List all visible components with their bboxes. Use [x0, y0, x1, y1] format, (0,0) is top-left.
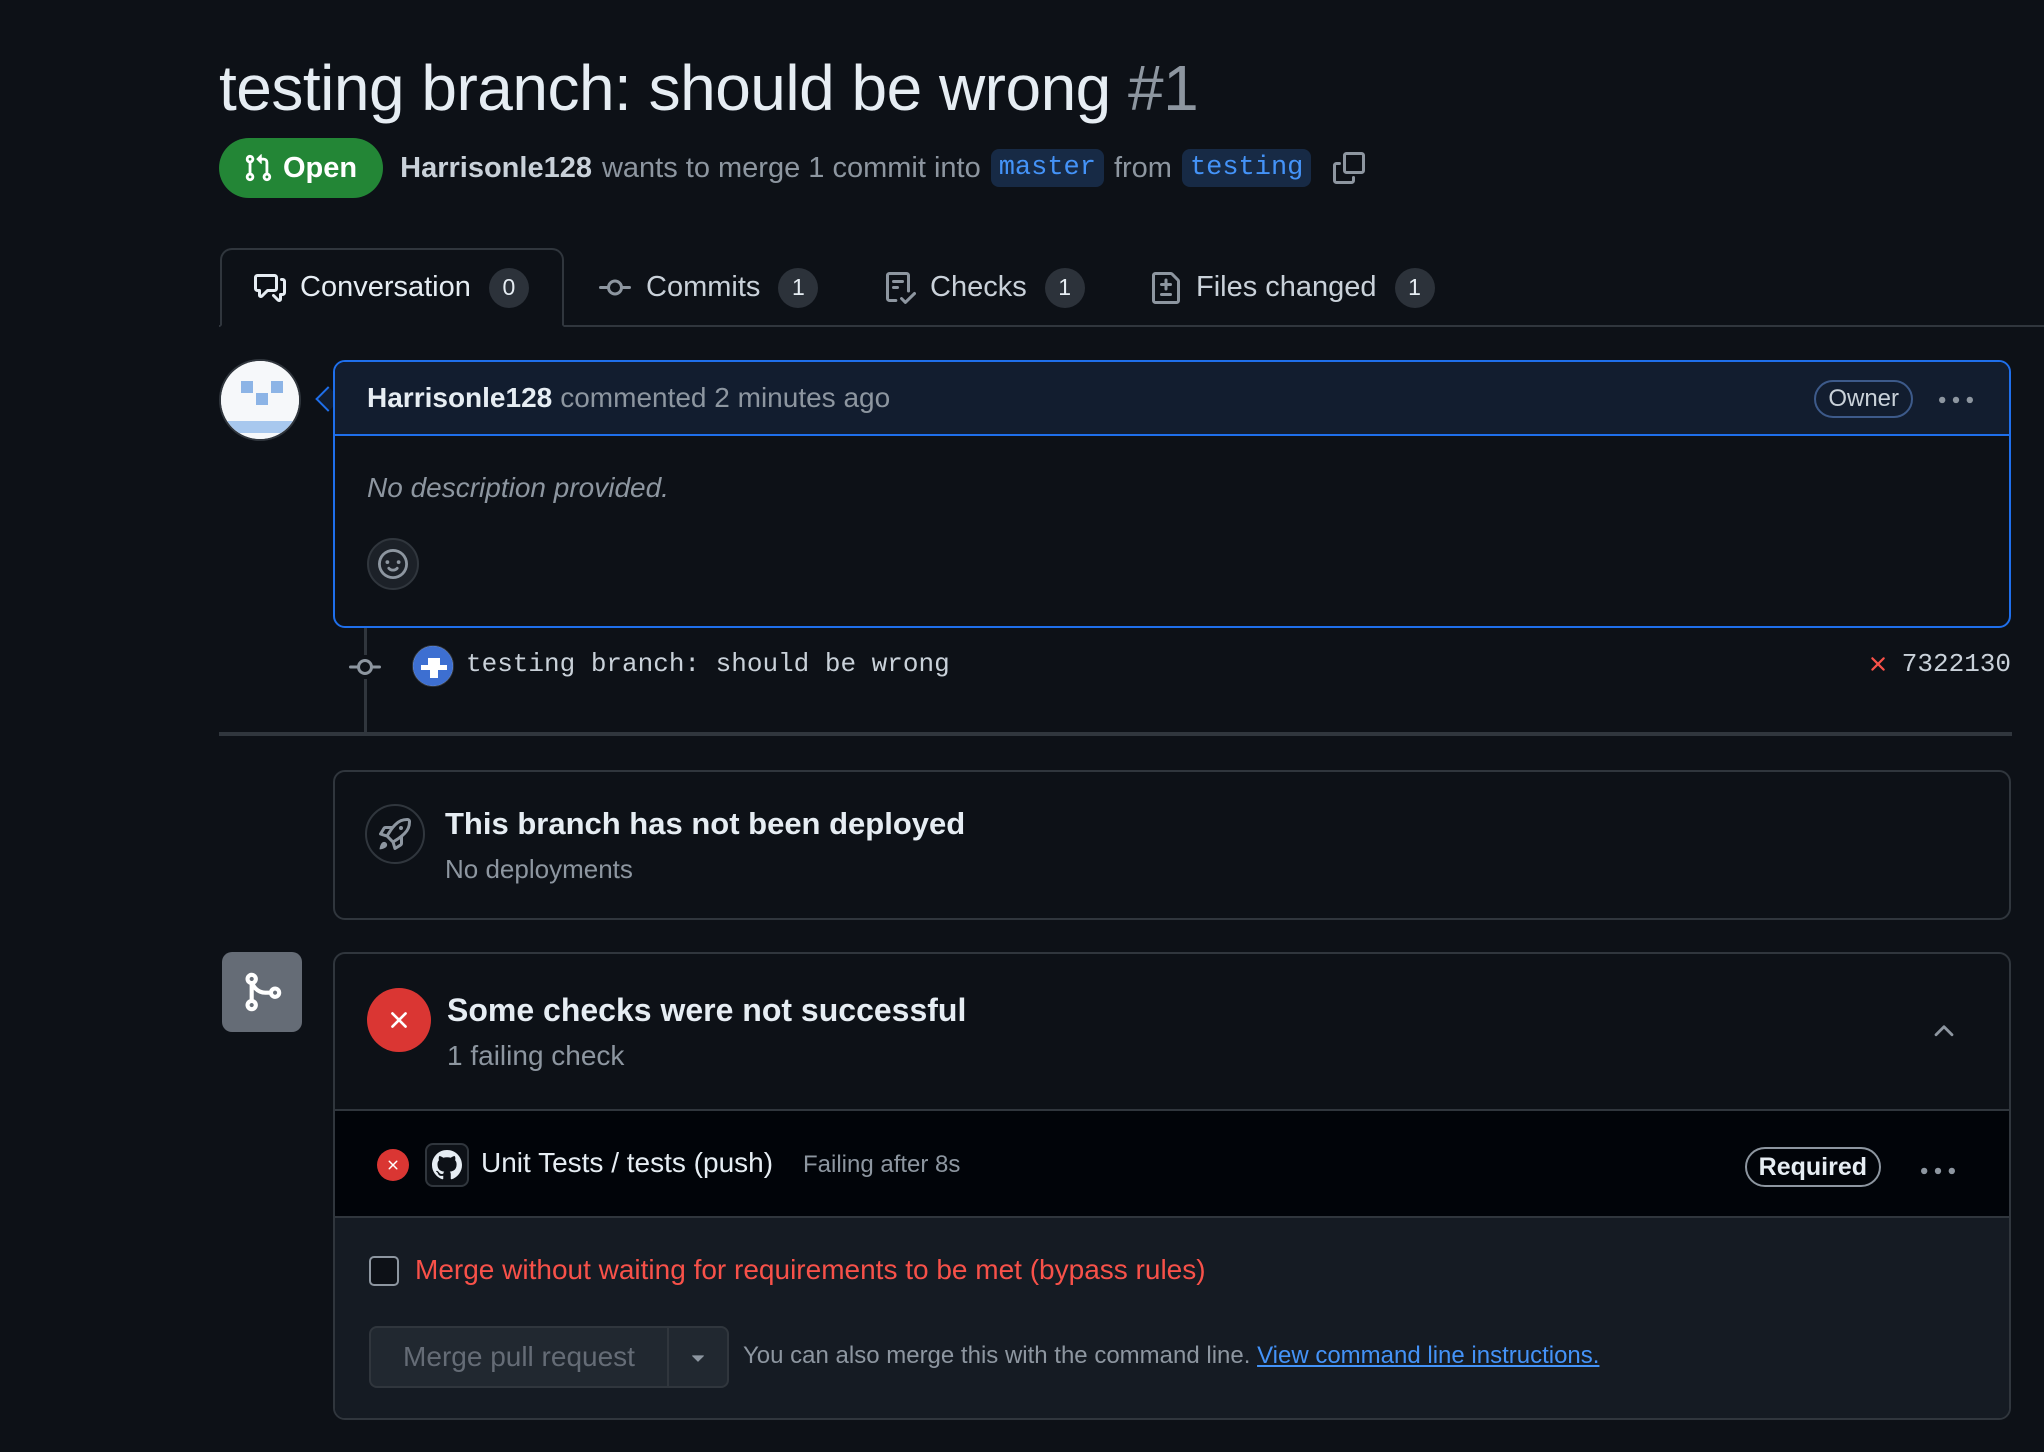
- view-command-line-link[interactable]: View command line instructions.: [1257, 1342, 1599, 1369]
- tab-commits[interactable]: Commits 1: [598, 248, 819, 327]
- x-circle-icon: [367, 988, 431, 1052]
- merge-footer: [335, 1218, 2009, 1418]
- cli-hint-text: You can also merge this with the command…: [743, 1342, 1251, 1369]
- tab-files-changed-count: 1: [1394, 267, 1435, 308]
- commit-author-avatar[interactable]: [412, 645, 454, 687]
- tab-checks[interactable]: Checks 1: [884, 248, 1085, 327]
- required-badge: Required: [1744, 1147, 1881, 1187]
- tab-conversation[interactable]: Conversation 0: [220, 248, 564, 327]
- bypass-rules-label[interactable]: Merge without waiting for requirements t…: [415, 1254, 1206, 1286]
- git-commit-icon: [598, 272, 632, 304]
- cli-hint: You can also merge this with the command…: [743, 1342, 1599, 1370]
- head-branch-link[interactable]: testing: [1181, 149, 1312, 187]
- commit-status: 7322130: [1866, 649, 2011, 679]
- commit-sha-link[interactable]: 7322130: [1902, 649, 2011, 679]
- from-text: from: [1113, 151, 1172, 184]
- deployment-box: This branch has not been deployed No dep…: [333, 770, 2011, 920]
- pr-state-badge: Open: [219, 138, 384, 198]
- pr-number: #1: [1128, 52, 1199, 124]
- git-merge-icon: [222, 952, 302, 1032]
- check-run-name[interactable]: Unit Tests / tests (push): [481, 1147, 773, 1179]
- checks-title: Some checks were not successful: [447, 992, 967, 1028]
- tab-conversation-count: 0: [488, 267, 529, 308]
- pr-author-link[interactable]: Harrisonle128: [400, 152, 592, 185]
- owner-badge: Owner: [1814, 380, 1913, 418]
- rocket-icon: [365, 804, 425, 864]
- checks-summary[interactable]: Some checks were not successful 1 failin…: [335, 954, 2009, 1111]
- tab-commits-label: Commits: [646, 271, 761, 303]
- add-reaction-button[interactable]: [367, 538, 419, 590]
- checks-subtitle: 1 failing check: [447, 1040, 625, 1071]
- checklist-icon: [884, 271, 916, 304]
- triangle-down-icon: [685, 1344, 711, 1370]
- git-pull-request-icon: [243, 153, 273, 183]
- deployment-title: This branch has not been deployed: [445, 806, 966, 841]
- tab-checks-label: Checks: [930, 271, 1027, 303]
- timeline-divider: [219, 732, 2012, 736]
- copy-icon[interactable]: [1333, 152, 1366, 184]
- comment-header: Harrisonle128 commented 2 minutes ago Ow…: [335, 362, 2009, 436]
- comment-timestamp: commented 2 minutes ago: [560, 382, 891, 413]
- tab-checks-count: 1: [1044, 267, 1085, 308]
- git-commit-icon: [349, 655, 381, 679]
- bypass-rules-checkbox[interactable]: [369, 1256, 399, 1286]
- tab-files-changed[interactable]: Files changed 1: [1150, 248, 1435, 327]
- author-avatar[interactable]: [219, 359, 301, 441]
- merge-box: Some checks were not successful 1 failin…: [333, 952, 2011, 1420]
- deployment-subtitle: No deployments: [445, 854, 633, 884]
- smiley-icon: [378, 549, 408, 579]
- tab-commits-count: 1: [778, 267, 819, 308]
- commit-message-link[interactable]: testing branch: should be wrong: [466, 649, 950, 679]
- kebab-horizontal-icon[interactable]: [1921, 1155, 1955, 1189]
- pr-meta-row: Open Harrisonle128 wants to merge 1 comm…: [219, 138, 1366, 198]
- comment-box: Harrisonle128 commented 2 minutes ago Ow…: [333, 360, 2011, 628]
- comment-author-link[interactable]: Harrisonle128: [367, 382, 552, 414]
- base-branch-link[interactable]: master: [990, 149, 1104, 187]
- tab-files-changed-label: Files changed: [1196, 271, 1377, 303]
- file-diff-icon: [1150, 271, 1182, 304]
- merge-pull-request-button[interactable]: Merge pull request: [369, 1326, 667, 1388]
- pr-title: testing branch: should be wrong #1: [219, 48, 1199, 128]
- timeline-line: [364, 628, 367, 733]
- merge-method-dropdown[interactable]: [667, 1326, 729, 1388]
- pr-meta-text: Harrisonle128 wants to merge 1 commit in…: [400, 149, 1366, 187]
- merge-description: wants to merge 1 commit into: [601, 151, 981, 184]
- check-run-row[interactable]: Unit Tests / tests (push) Failing after …: [335, 1111, 2009, 1218]
- x-circle-icon: [377, 1149, 409, 1181]
- tab-conversation-label: Conversation: [300, 271, 471, 303]
- pr-state-label: Open: [283, 151, 358, 184]
- kebab-horizontal-icon[interactable]: [1939, 384, 1973, 418]
- chevron-up-icon[interactable]: [1929, 1016, 1959, 1046]
- comment-discussion-icon: [254, 272, 286, 304]
- comment-body: No description provided.: [335, 436, 2009, 626]
- x-icon[interactable]: [1866, 652, 1890, 676]
- comment-body-text: No description provided.: [367, 472, 669, 503]
- check-run-status: Failing after 8s: [803, 1151, 961, 1178]
- pr-title-text: testing branch: should be wrong: [219, 52, 1111, 124]
- github-logo-icon: [425, 1143, 469, 1187]
